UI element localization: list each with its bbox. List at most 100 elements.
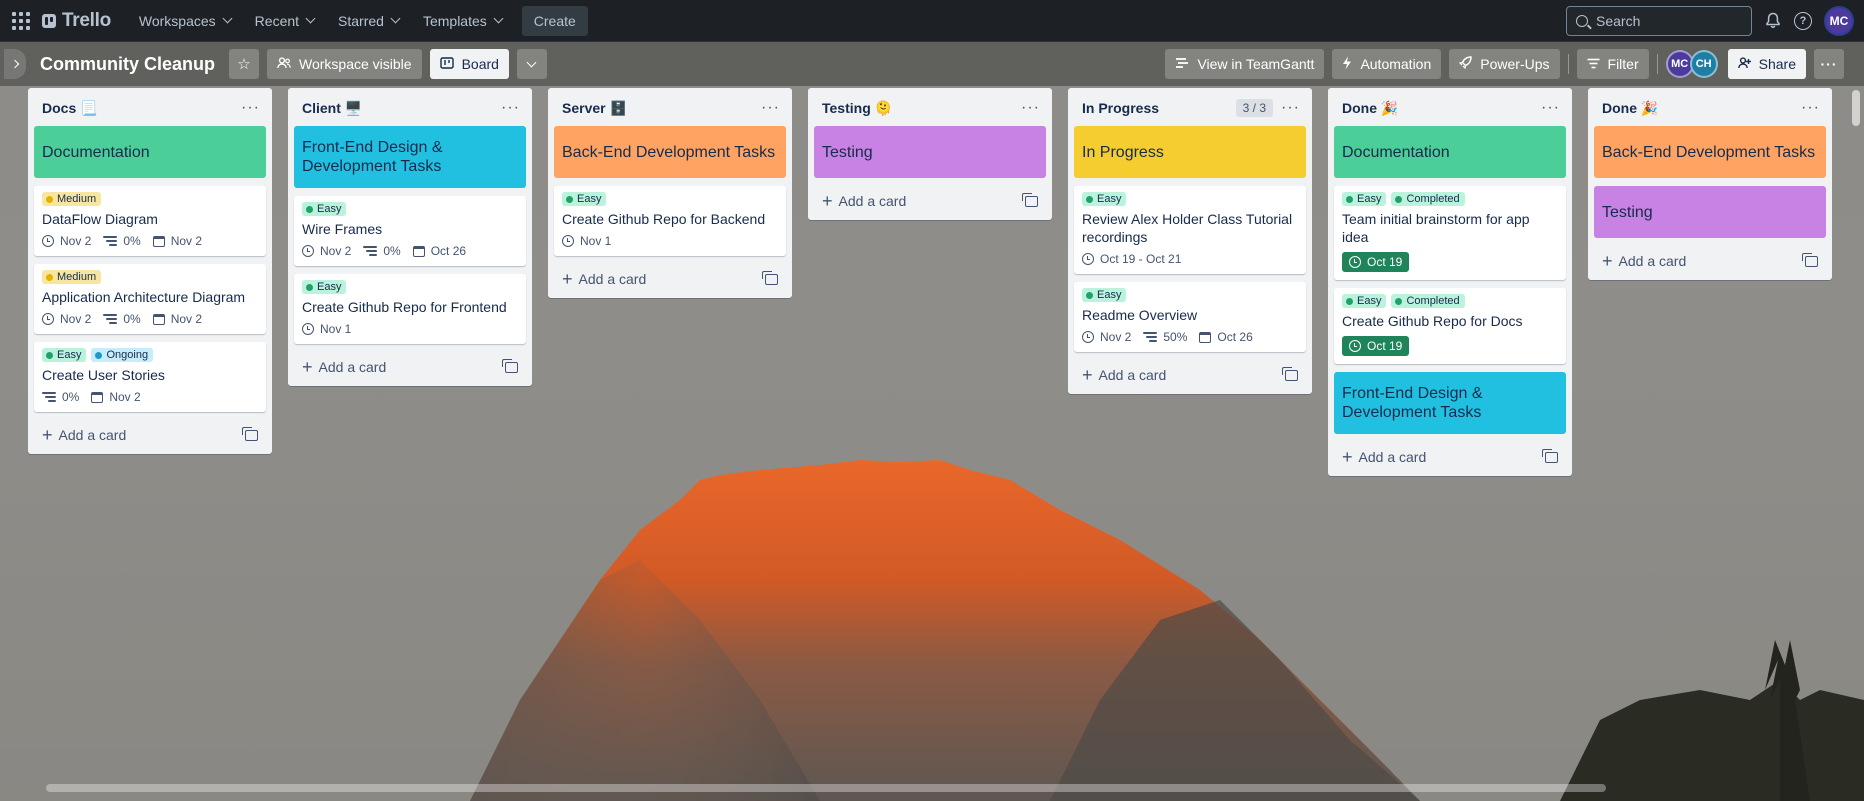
- list-menu-icon[interactable]: ···: [1021, 100, 1040, 116]
- list-title[interactable]: Done 🎉: [1342, 100, 1398, 117]
- start-date-badge[interactable]: Nov 2: [302, 244, 351, 258]
- help-icon[interactable]: ?: [1794, 11, 1812, 30]
- start-date-badge[interactable]: Nov 2: [1082, 330, 1131, 344]
- add-card-button[interactable]: + Add a card: [34, 420, 266, 446]
- teamgantt-button[interactable]: View in TeamGantt: [1165, 49, 1325, 79]
- cover-card[interactable]: Documentation: [34, 126, 266, 178]
- card-template-icon[interactable]: [762, 270, 778, 285]
- visibility-button[interactable]: Workspace visible: [267, 49, 422, 79]
- card-template-icon[interactable]: [1282, 366, 1298, 381]
- start-date-badge[interactable]: Nov 2: [42, 312, 91, 326]
- cover-card[interactable]: Testing: [814, 126, 1046, 178]
- cover-card[interactable]: In Progress: [1074, 126, 1306, 178]
- create-button[interactable]: Create: [521, 5, 588, 36]
- card-template-icon[interactable]: [502, 358, 518, 373]
- horizontal-scrollbar[interactable]: [46, 784, 1606, 792]
- trello-logo[interactable]: Trello: [42, 10, 111, 32]
- nav-starred-menu[interactable]: Starred: [328, 7, 409, 35]
- due-date-badge[interactable]: Nov 2: [152, 234, 202, 248]
- start-date-badge[interactable]: Nov 1: [562, 234, 611, 248]
- nav-recent-menu[interactable]: Recent: [245, 7, 324, 35]
- card[interactable]: Medium DataFlow Diagram Nov 2 0% Nov 2: [34, 186, 266, 256]
- board-menu-button[interactable]: ···: [1814, 49, 1844, 79]
- vertical-scrollbar[interactable]: [1852, 86, 1862, 801]
- nav-workspaces-menu[interactable]: Workspaces: [129, 7, 241, 35]
- notifications-bell-icon[interactable]: [1764, 12, 1782, 30]
- card-label[interactable]: Completed: [1391, 294, 1465, 308]
- list-title[interactable]: Server 🗄️: [562, 100, 627, 117]
- list-title[interactable]: Testing 🫠: [822, 100, 892, 117]
- cover-card[interactable]: Testing: [1594, 186, 1826, 238]
- card-label[interactable]: Completed: [1391, 192, 1465, 206]
- card-template-icon[interactable]: [1022, 192, 1038, 207]
- card-label[interactable]: Easy: [302, 280, 347, 294]
- board-title[interactable]: Community Cleanup: [40, 54, 215, 75]
- card-label[interactable]: Easy: [1342, 294, 1387, 308]
- card[interactable]: Easy Completed Create Github Repo for Do…: [1334, 288, 1566, 364]
- card[interactable]: Easy Readme Overview Nov 2 50% Oct 26: [1074, 282, 1306, 352]
- cover-card[interactable]: Documentation: [1334, 126, 1566, 178]
- cover-card[interactable]: Back-End Development Tasks: [554, 126, 786, 178]
- power-ups-button[interactable]: Power-Ups: [1449, 49, 1560, 79]
- due-date-complete-badge[interactable]: Oct 19: [1342, 252, 1410, 272]
- user-avatar[interactable]: MC: [1824, 5, 1854, 36]
- card-template-icon[interactable]: [1542, 448, 1558, 463]
- due-date-badge[interactable]: Oct 26: [412, 244, 466, 258]
- card-label[interactable]: Easy: [42, 348, 87, 362]
- card-label[interactable]: Easy: [562, 192, 607, 206]
- cover-card[interactable]: Front-End Design & Development Tasks: [294, 126, 526, 188]
- card[interactable]: Easy Ongoing Create User Stories 0% Nov …: [34, 342, 266, 412]
- list-menu-icon[interactable]: ···: [1281, 100, 1300, 116]
- card[interactable]: Easy Create Github Repo for Frontend Nov…: [294, 274, 526, 344]
- member-avatar[interactable]: CH: [1689, 50, 1718, 78]
- card-label[interactable]: Easy: [1082, 288, 1127, 302]
- due-date-badge[interactable]: Nov 2: [91, 390, 141, 404]
- card[interactable]: Easy Wire Frames Nov 2 0% Oct 26: [294, 196, 526, 266]
- list-title[interactable]: Done 🎉: [1602, 100, 1658, 117]
- card-template-icon[interactable]: [1802, 252, 1818, 267]
- add-card-button[interactable]: + Add a card: [1594, 246, 1826, 272]
- card-template-icon[interactable]: [242, 426, 258, 441]
- app-switcher-icon[interactable]: [10, 10, 32, 32]
- card-label[interactable]: Easy: [1342, 192, 1387, 206]
- card[interactable]: Medium Application Architecture Diagram …: [34, 264, 266, 334]
- search-input[interactable]: Search: [1566, 5, 1752, 36]
- automation-button[interactable]: Automation: [1332, 49, 1442, 79]
- list-menu-icon[interactable]: ···: [501, 100, 520, 116]
- add-card-button[interactable]: + Add a card: [294, 352, 526, 378]
- card-label[interactable]: Ongoing: [91, 348, 154, 362]
- cover-card[interactable]: Front-End Design & Development Tasks: [1334, 372, 1566, 434]
- sidebar-expand-button[interactable]: [4, 49, 26, 79]
- due-date-badge[interactable]: Nov 2: [152, 312, 202, 326]
- card[interactable]: Easy Review Alex Holder Class Tutorial r…: [1074, 186, 1306, 274]
- list-title[interactable]: In Progress: [1082, 100, 1159, 116]
- card-label[interactable]: Medium: [42, 270, 102, 284]
- nav-templates-menu[interactable]: Templates: [413, 7, 512, 35]
- due-date-complete-badge[interactable]: Oct 19: [1342, 336, 1410, 356]
- start-date-badge[interactable]: Nov 1: [302, 322, 351, 336]
- scrollbar-thumb[interactable]: [1852, 90, 1860, 126]
- list-menu-icon[interactable]: ···: [1801, 100, 1820, 116]
- board-view-button[interactable]: Board: [429, 49, 509, 79]
- star-board-button[interactable]: ☆: [229, 49, 260, 79]
- list-menu-icon[interactable]: ···: [1541, 100, 1560, 116]
- add-card-button[interactable]: + Add a card: [1074, 360, 1306, 386]
- card-label[interactable]: Easy: [1082, 192, 1127, 206]
- card[interactable]: Easy Completed Team initial brainstorm f…: [1334, 186, 1566, 280]
- add-card-button[interactable]: + Add a card: [1334, 442, 1566, 468]
- date-range-badge[interactable]: Oct 19 - Oct 21: [1082, 252, 1181, 266]
- add-card-button[interactable]: + Add a card: [554, 264, 786, 290]
- card-label[interactable]: Medium: [42, 192, 102, 206]
- add-card-button[interactable]: + Add a card: [814, 186, 1046, 212]
- list-menu-icon[interactable]: ···: [241, 100, 260, 116]
- list-menu-icon[interactable]: ···: [761, 100, 780, 116]
- start-date-badge[interactable]: Nov 2: [42, 234, 91, 248]
- view-switcher-button[interactable]: [516, 49, 547, 79]
- cover-card[interactable]: Back-End Development Tasks: [1594, 126, 1826, 178]
- card[interactable]: Easy Create Github Repo for Backend Nov …: [554, 186, 786, 256]
- list-title[interactable]: Client 🖥️: [302, 100, 362, 117]
- list-title[interactable]: Docs 📃: [42, 100, 98, 117]
- due-date-badge[interactable]: Oct 26: [1199, 330, 1253, 344]
- card-label[interactable]: Easy: [302, 202, 347, 216]
- share-button[interactable]: Share: [1727, 49, 1806, 79]
